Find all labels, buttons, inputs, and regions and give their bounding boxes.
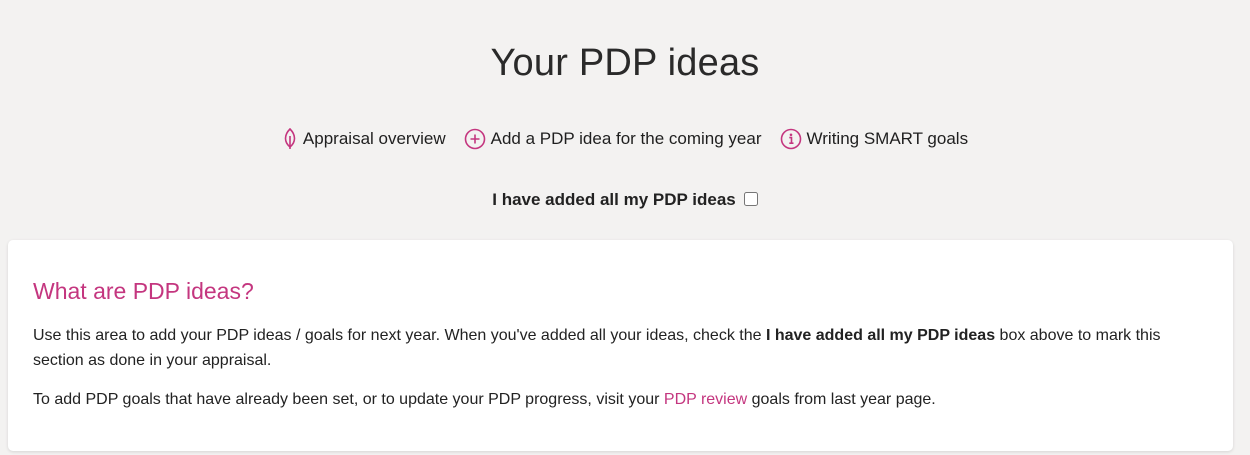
info-card: What are PDP ideas? Use this area to add… — [8, 240, 1233, 451]
leaf-icon — [282, 128, 298, 150]
done-checkbox-row: I have added all my PDP ideas — [0, 190, 1250, 210]
page-title: Your PDP ideas — [490, 42, 760, 84]
info-card-paragraph-1: Use this area to add your PDP ideas / go… — [33, 323, 1208, 373]
appraisal-overview-label: Appraisal overview — [302, 129, 446, 148]
paragraph-1-text-before: Use this area to add your PDP ideas / go… — [33, 327, 766, 344]
writing-smart-goals-link[interactable]: Writing SMART goals — [780, 128, 969, 150]
writing-smart-goals-label: Writing SMART goals — [806, 129, 969, 148]
info-card-paragraph-2: To add PDP goals that have already been … — [33, 387, 1208, 412]
done-checkbox[interactable] — [743, 191, 758, 206]
add-pdp-idea-link[interactable]: Add a PDP idea for the coming year — [464, 128, 762, 150]
info-circle-icon — [780, 128, 802, 150]
plus-circle-icon — [464, 128, 486, 150]
add-pdp-idea-label: Add a PDP idea for the coming year — [490, 129, 762, 148]
page: Your PDP ideas Appraisal overview Add a … — [0, 0, 1250, 455]
action-links: Appraisal overview Add a PDP idea for th… — [0, 128, 1250, 150]
pdp-review-link[interactable]: PDP review — [664, 391, 747, 408]
paragraph-2-text-after: goals from last year page. — [747, 391, 936, 408]
done-checkbox-label[interactable]: I have added all my PDP ideas — [492, 190, 735, 210]
paragraph-2-text-before: To add PDP goals that have already been … — [33, 391, 664, 408]
info-card-heading: What are PDP ideas? — [33, 278, 254, 304]
paragraph-1-bold-text: I have added all my PDP ideas — [765, 327, 996, 344]
appraisal-overview-link[interactable]: Appraisal overview — [282, 128, 446, 150]
